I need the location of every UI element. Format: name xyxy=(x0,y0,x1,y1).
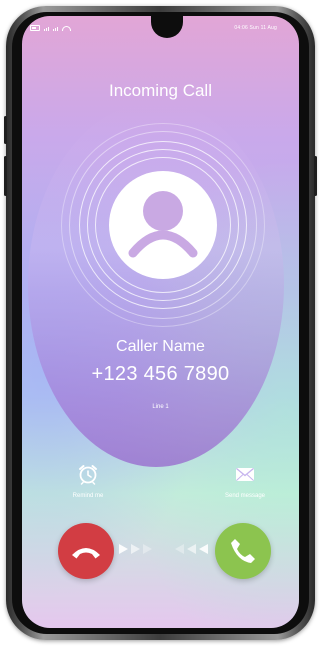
caller-name: Caller Name xyxy=(116,338,205,355)
phone-screen: 04:06 Sun 11 Aug Incoming Call Caller Na… xyxy=(22,16,299,628)
status-icons xyxy=(30,25,71,31)
remind-me-label: Remind me xyxy=(72,493,104,499)
page-title: Incoming Call xyxy=(109,81,212,100)
arrow-left-icon xyxy=(199,544,208,554)
swipe-arrows-right xyxy=(118,543,153,555)
decline-button[interactable] xyxy=(58,523,114,579)
arrow-left-icon xyxy=(175,544,184,554)
arrow-right-icon xyxy=(131,544,140,554)
signal-icon xyxy=(53,27,58,31)
line-label: Line 1 xyxy=(152,404,169,410)
power-button xyxy=(314,156,317,196)
arrow-right-icon xyxy=(119,544,128,554)
send-message-label: Send message xyxy=(224,493,266,499)
hang-up-icon xyxy=(72,548,100,559)
signal-icon xyxy=(44,27,49,31)
avatar xyxy=(109,171,217,279)
envelope-icon xyxy=(236,467,254,481)
remind-me-button[interactable]: Remind me xyxy=(58,463,118,499)
status-time-date: 04:06 Sun 11 Aug xyxy=(234,25,277,31)
caller-number: +123 456 7890 xyxy=(91,363,230,385)
alarm-clock-icon xyxy=(79,465,97,485)
arrow-left-icon xyxy=(187,544,196,554)
accept-button[interactable] xyxy=(215,523,271,579)
wifi-icon xyxy=(62,26,71,31)
phone-icon xyxy=(231,539,255,563)
arrow-right-icon xyxy=(143,544,152,554)
volume-button xyxy=(4,116,7,144)
swipe-arrows-left xyxy=(174,543,209,555)
notch xyxy=(151,16,183,38)
send-message-button[interactable]: Send message xyxy=(210,463,280,499)
volume-button xyxy=(4,156,7,196)
person-icon xyxy=(128,191,198,258)
battery-icon xyxy=(30,25,40,31)
